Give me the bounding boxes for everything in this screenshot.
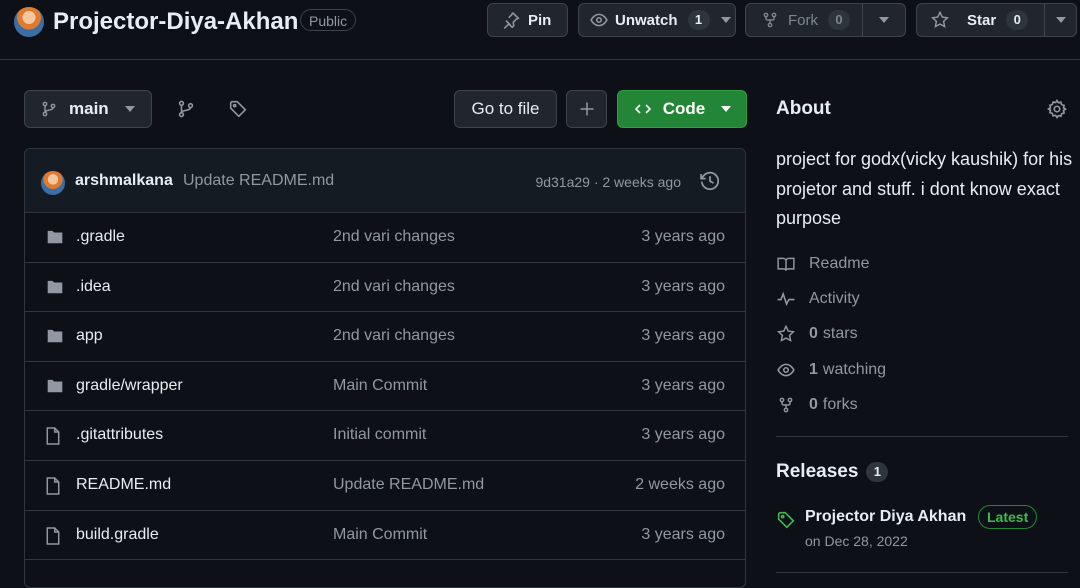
forks-link[interactable]: 0 forks [776,394,858,416]
releases-heading[interactable]: Releases 1 [776,461,889,483]
file-age: 3 years ago [641,376,725,394]
eye-icon [776,361,796,379]
fork-counter: 0 [828,10,850,30]
commit-meta[interactable]: 9d31a29 · 2 weeks ago [535,174,681,190]
folder-icon [45,327,65,345]
branch-icon [41,100,57,118]
star-button[interactable]: Star 0 [916,3,1077,37]
file-icon [45,426,61,446]
release-name-link[interactable]: Projector Diya Akhan [805,508,966,526]
chevron-down-icon [721,106,732,112]
eye-icon [589,11,609,29]
folder-icon [45,228,65,246]
latest-badge: Latest [978,505,1038,529]
file-age: 3 years ago [641,426,725,444]
repo-description: project for godx(vicky kaushik) for his … [776,149,1073,228]
latest-commit-row: arshmalkana Update README.md 9d31a29 · 2… [25,149,745,213]
file-commit-message[interactable]: Initial commit [333,426,426,444]
star-icon [776,325,796,343]
file-name-link[interactable]: gradle/wrapper [76,377,183,395]
chevron-down-icon[interactable] [862,4,905,36]
commit-message[interactable]: Update README.md [183,172,334,190]
file-icon [45,476,61,496]
file-row[interactable]: gradle/wrapper Main Commit 3 years ago [25,362,745,412]
file-commit-message[interactable]: Main Commit [333,377,427,395]
folder-icon [45,377,65,395]
author-avatar[interactable] [41,171,65,195]
file-age: 3 years ago [641,277,725,295]
book-icon [776,255,796,273]
file-commit-message[interactable]: Update README.md [333,476,484,494]
visibility-badge: Public [300,9,357,31]
chevron-down-icon[interactable] [718,4,735,36]
file-age: 2 weeks ago [635,475,725,493]
file-table: arshmalkana Update README.md 9d31a29 · 2… [24,148,746,588]
code-button[interactable]: Code [617,90,747,128]
file-name-link[interactable]: .gradle [76,228,125,246]
history-icon[interactable] [699,170,721,192]
owner-avatar[interactable] [14,7,44,37]
file-commit-message[interactable]: 2nd vari changes [333,278,455,296]
activity-link[interactable]: Activity [776,288,860,310]
release-date: on Dec 28, 2022 [805,533,908,549]
tag-icon[interactable] [223,94,253,124]
file-name-link[interactable]: app [76,327,103,345]
tag-icon [776,511,796,529]
go-to-file-button[interactable]: Go to file [454,90,557,128]
unwatch-button[interactable]: Unwatch 1 [578,3,736,37]
pin-button[interactable]: Pin [487,3,568,37]
file-name-link[interactable]: build.gradle [76,526,159,544]
file-name-link[interactable]: .gitattributes [76,426,163,444]
watching-link[interactable]: 1 watching [776,359,886,381]
file-row[interactable]: README.md Update README.md 2 weeks ago [25,461,745,511]
add-file-button[interactable] [566,90,607,128]
repo-name[interactable]: Projector-Diya-Akhan [53,7,298,37]
file-commit-message[interactable]: 2nd vari changes [333,327,455,345]
gear-icon[interactable] [1047,99,1067,119]
commit-author[interactable]: arshmalkana [75,172,173,190]
file-commit-message[interactable]: 2nd vari changes [333,228,455,246]
file-icon [45,526,61,546]
chevron-down-icon[interactable] [1044,4,1076,36]
star-icon [931,11,949,29]
watch-counter: 1 [687,10,710,30]
branches-icon[interactable] [171,94,201,124]
plus-icon [579,101,595,117]
file-row[interactable]: build.gradle Main Commit 3 years ago [25,511,745,561]
about-heading: About [776,98,831,119]
file-age: 3 years ago [641,525,725,543]
divider [776,436,1068,437]
chevron-down-icon [124,106,135,112]
file-row[interactable]: app 2nd vari changes 3 years ago [25,312,745,362]
stars-link[interactable]: 0 stars [776,323,858,345]
file-name-link[interactable]: .idea [76,278,111,296]
fork-icon [762,11,778,29]
divider [776,572,1068,573]
file-row[interactable]: .gitattributes Initial commit 3 years ago [25,411,745,461]
file-row[interactable]: .idea 2nd vari changes 3 years ago [25,263,745,313]
file-row[interactable]: .gradle 2nd vari changes 3 years ago [25,213,745,263]
star-counter: 0 [1006,10,1029,30]
file-name-link[interactable]: README.md [76,476,171,494]
readme-link[interactable]: Readme [776,253,869,275]
file-age: 3 years ago [641,228,725,245]
code-icon [633,101,653,117]
releases-counter: 1 [866,462,889,482]
pulse-icon [776,290,796,308]
file-commit-message[interactable]: Main Commit [333,526,427,544]
folder-icon [45,278,65,296]
fork-button[interactable]: Fork 0 [745,3,906,37]
branch-select-button[interactable]: main [24,90,152,128]
file-age: 3 years ago [641,327,725,345]
fork-icon [776,396,796,414]
pin-icon [502,11,520,29]
